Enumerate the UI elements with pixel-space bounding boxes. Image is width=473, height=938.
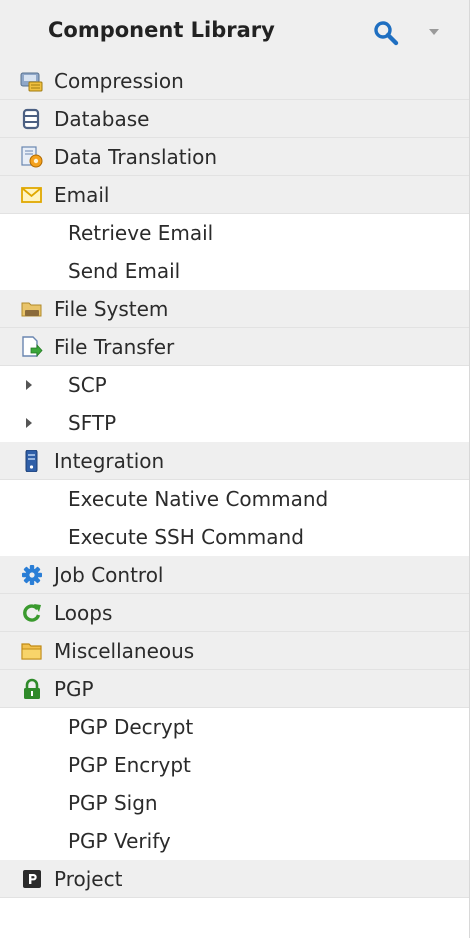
category-email[interactable]: Email [0,176,469,214]
loop-arrow-icon [23,604,41,622]
category-label: Email [54,183,110,207]
subcategory-scp[interactable]: SCP [0,366,469,404]
category-label: Job Control [54,563,164,587]
category-label: Project [54,867,123,891]
component-item[interactable]: Retrieve Email [0,214,469,252]
category-integration[interactable]: Integration [0,442,469,480]
category-label: Compression [54,69,184,93]
database-icon [22,108,40,130]
data-translation-icon [21,146,43,168]
category-label: Data Translation [54,145,218,169]
subcategory-label: SCP [68,373,107,397]
component-item[interactable]: PGP Sign [0,784,469,822]
component-item[interactable]: Send Email [0,252,469,290]
component-item[interactable]: PGP Verify [0,822,469,860]
component-item[interactable]: Execute SSH Command [0,518,469,556]
project-icon [23,870,41,888]
category-list: Compression Database Data Translation Em… [0,62,469,898]
subcategory-sftp[interactable]: SFTP [0,404,469,442]
category-label: Loops [54,601,113,625]
category-pgp[interactable]: PGP [0,670,469,708]
panel-header: Component Library [0,0,469,62]
collapse-button[interactable] [424,22,444,42]
category-label: Integration [54,449,165,473]
envelope-icon [21,187,42,203]
category-job-control[interactable]: Job Control [0,556,469,594]
component-label: Execute Native Command [68,487,329,511]
category-label: File Transfer [54,335,175,359]
component-label: PGP Decrypt [68,715,194,739]
category-database[interactable]: Database [0,100,469,138]
category-compression[interactable]: Compression [0,62,469,100]
category-label: PGP [54,677,94,701]
subcategory-label: SFTP [68,411,117,435]
lock-icon [24,678,40,699]
component-label: PGP Encrypt [68,753,191,777]
component-item[interactable]: PGP Decrypt [0,708,469,746]
component-label: Send Email [68,259,181,283]
component-label: PGP Verify [68,829,171,853]
category-project[interactable]: Project [0,860,469,898]
component-item[interactable]: PGP Encrypt [0,746,469,784]
category-loops[interactable]: Loops [0,594,469,632]
component-library-panel: Component Library Compression Database D… [0,0,470,938]
category-label: File System [54,297,169,321]
folder-icon [21,643,42,660]
component-label: Retrieve Email [68,221,214,245]
expand-arrow-icon[interactable] [26,380,32,390]
category-data-translation[interactable]: Data Translation [0,138,469,176]
file-transfer-icon [22,336,43,358]
search-button[interactable] [372,19,400,47]
category-file-transfer[interactable]: File Transfer [0,328,469,366]
category-label: Database [54,107,150,131]
panel-title: Component Library [48,18,275,42]
chevron-down-icon [429,29,439,35]
compression-icon [20,72,43,92]
category-file-system[interactable]: File System [0,290,469,328]
search-icon [374,21,399,46]
category-miscellaneous[interactable]: Miscellaneous [0,632,469,670]
server-icon [25,450,38,472]
component-item[interactable]: Execute Native Command [0,480,469,518]
expand-arrow-icon[interactable] [26,418,32,428]
gear-icon [22,565,42,585]
category-label: Miscellaneous [54,639,195,663]
component-label: Execute SSH Command [68,525,304,549]
component-label: PGP Sign [68,791,158,815]
folder-drive-icon [21,302,42,317]
